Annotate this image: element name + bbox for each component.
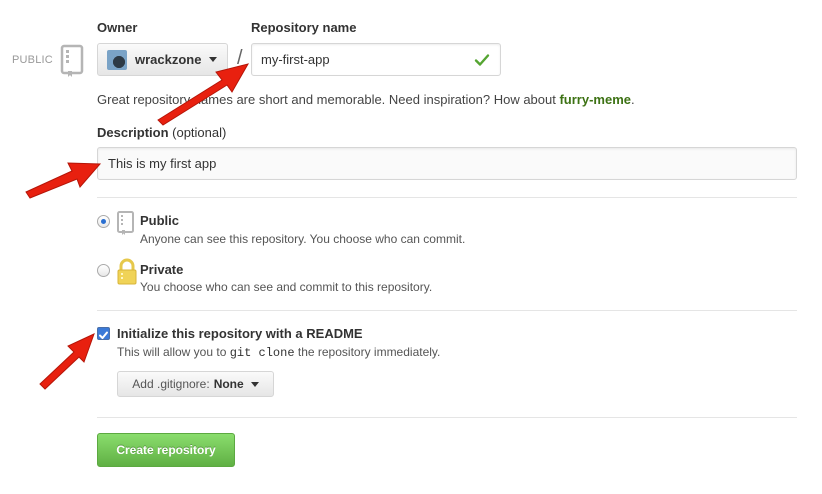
name-suggestion-link[interactable]: furry-meme xyxy=(559,92,631,107)
repository-name-input[interactable]: my-first-app xyxy=(251,43,501,76)
gitignore-prefix: Add .gitignore: xyxy=(132,377,210,391)
divider xyxy=(97,417,797,418)
git-clone-code: git clone xyxy=(229,346,295,360)
chevron-down-icon xyxy=(209,57,218,62)
checkmark-icon xyxy=(99,331,108,339)
avatar xyxy=(107,49,127,70)
private-option-desc: You choose who can see and commit to thi… xyxy=(140,280,433,294)
gitignore-value: None xyxy=(213,377,244,391)
private-option-title: Private xyxy=(140,262,184,277)
public-option-title: Public xyxy=(140,213,180,228)
description-value: This is my first app xyxy=(108,156,217,171)
owner-label: Owner xyxy=(97,20,138,35)
divider xyxy=(97,310,797,311)
owner-repo-separator: / xyxy=(237,47,243,69)
repository-name-label: Repository name xyxy=(251,20,357,35)
owner-select[interactable]: wrackzone xyxy=(97,43,228,76)
chevron-down-icon xyxy=(250,381,259,387)
repo-book-icon xyxy=(60,44,86,83)
public-option-desc: Anyone can see this repository. You choo… xyxy=(140,232,466,246)
annotation-arrow-icon xyxy=(25,162,102,199)
public-badge-label: PUBLIC xyxy=(12,54,53,66)
private-radio[interactable] xyxy=(97,264,110,277)
divider xyxy=(97,197,797,198)
checkmark-icon xyxy=(474,53,490,66)
repository-name-value: my-first-app xyxy=(261,52,330,67)
description-label: Description (optional) xyxy=(97,125,227,140)
create-repository-button[interactable]: Create repository xyxy=(97,433,235,467)
public-radio[interactable] xyxy=(97,215,110,228)
lock-icon xyxy=(116,258,138,291)
description-input[interactable]: This is my first app xyxy=(97,147,797,180)
owner-name: wrackzone xyxy=(135,52,202,67)
public-book-icon xyxy=(116,210,136,241)
readme-label: Initialize this repository with a README xyxy=(117,326,363,341)
readme-checkbox[interactable] xyxy=(97,327,110,340)
optional-tag: (optional) xyxy=(172,125,227,140)
annotation-arrow-icon xyxy=(39,333,95,390)
readme-desc: This will allow you to git clone the rep… xyxy=(117,345,441,360)
repository-name-hint: Great repository names are short and mem… xyxy=(97,92,635,107)
gitignore-select[interactable]: Add .gitignore: None xyxy=(117,371,274,397)
